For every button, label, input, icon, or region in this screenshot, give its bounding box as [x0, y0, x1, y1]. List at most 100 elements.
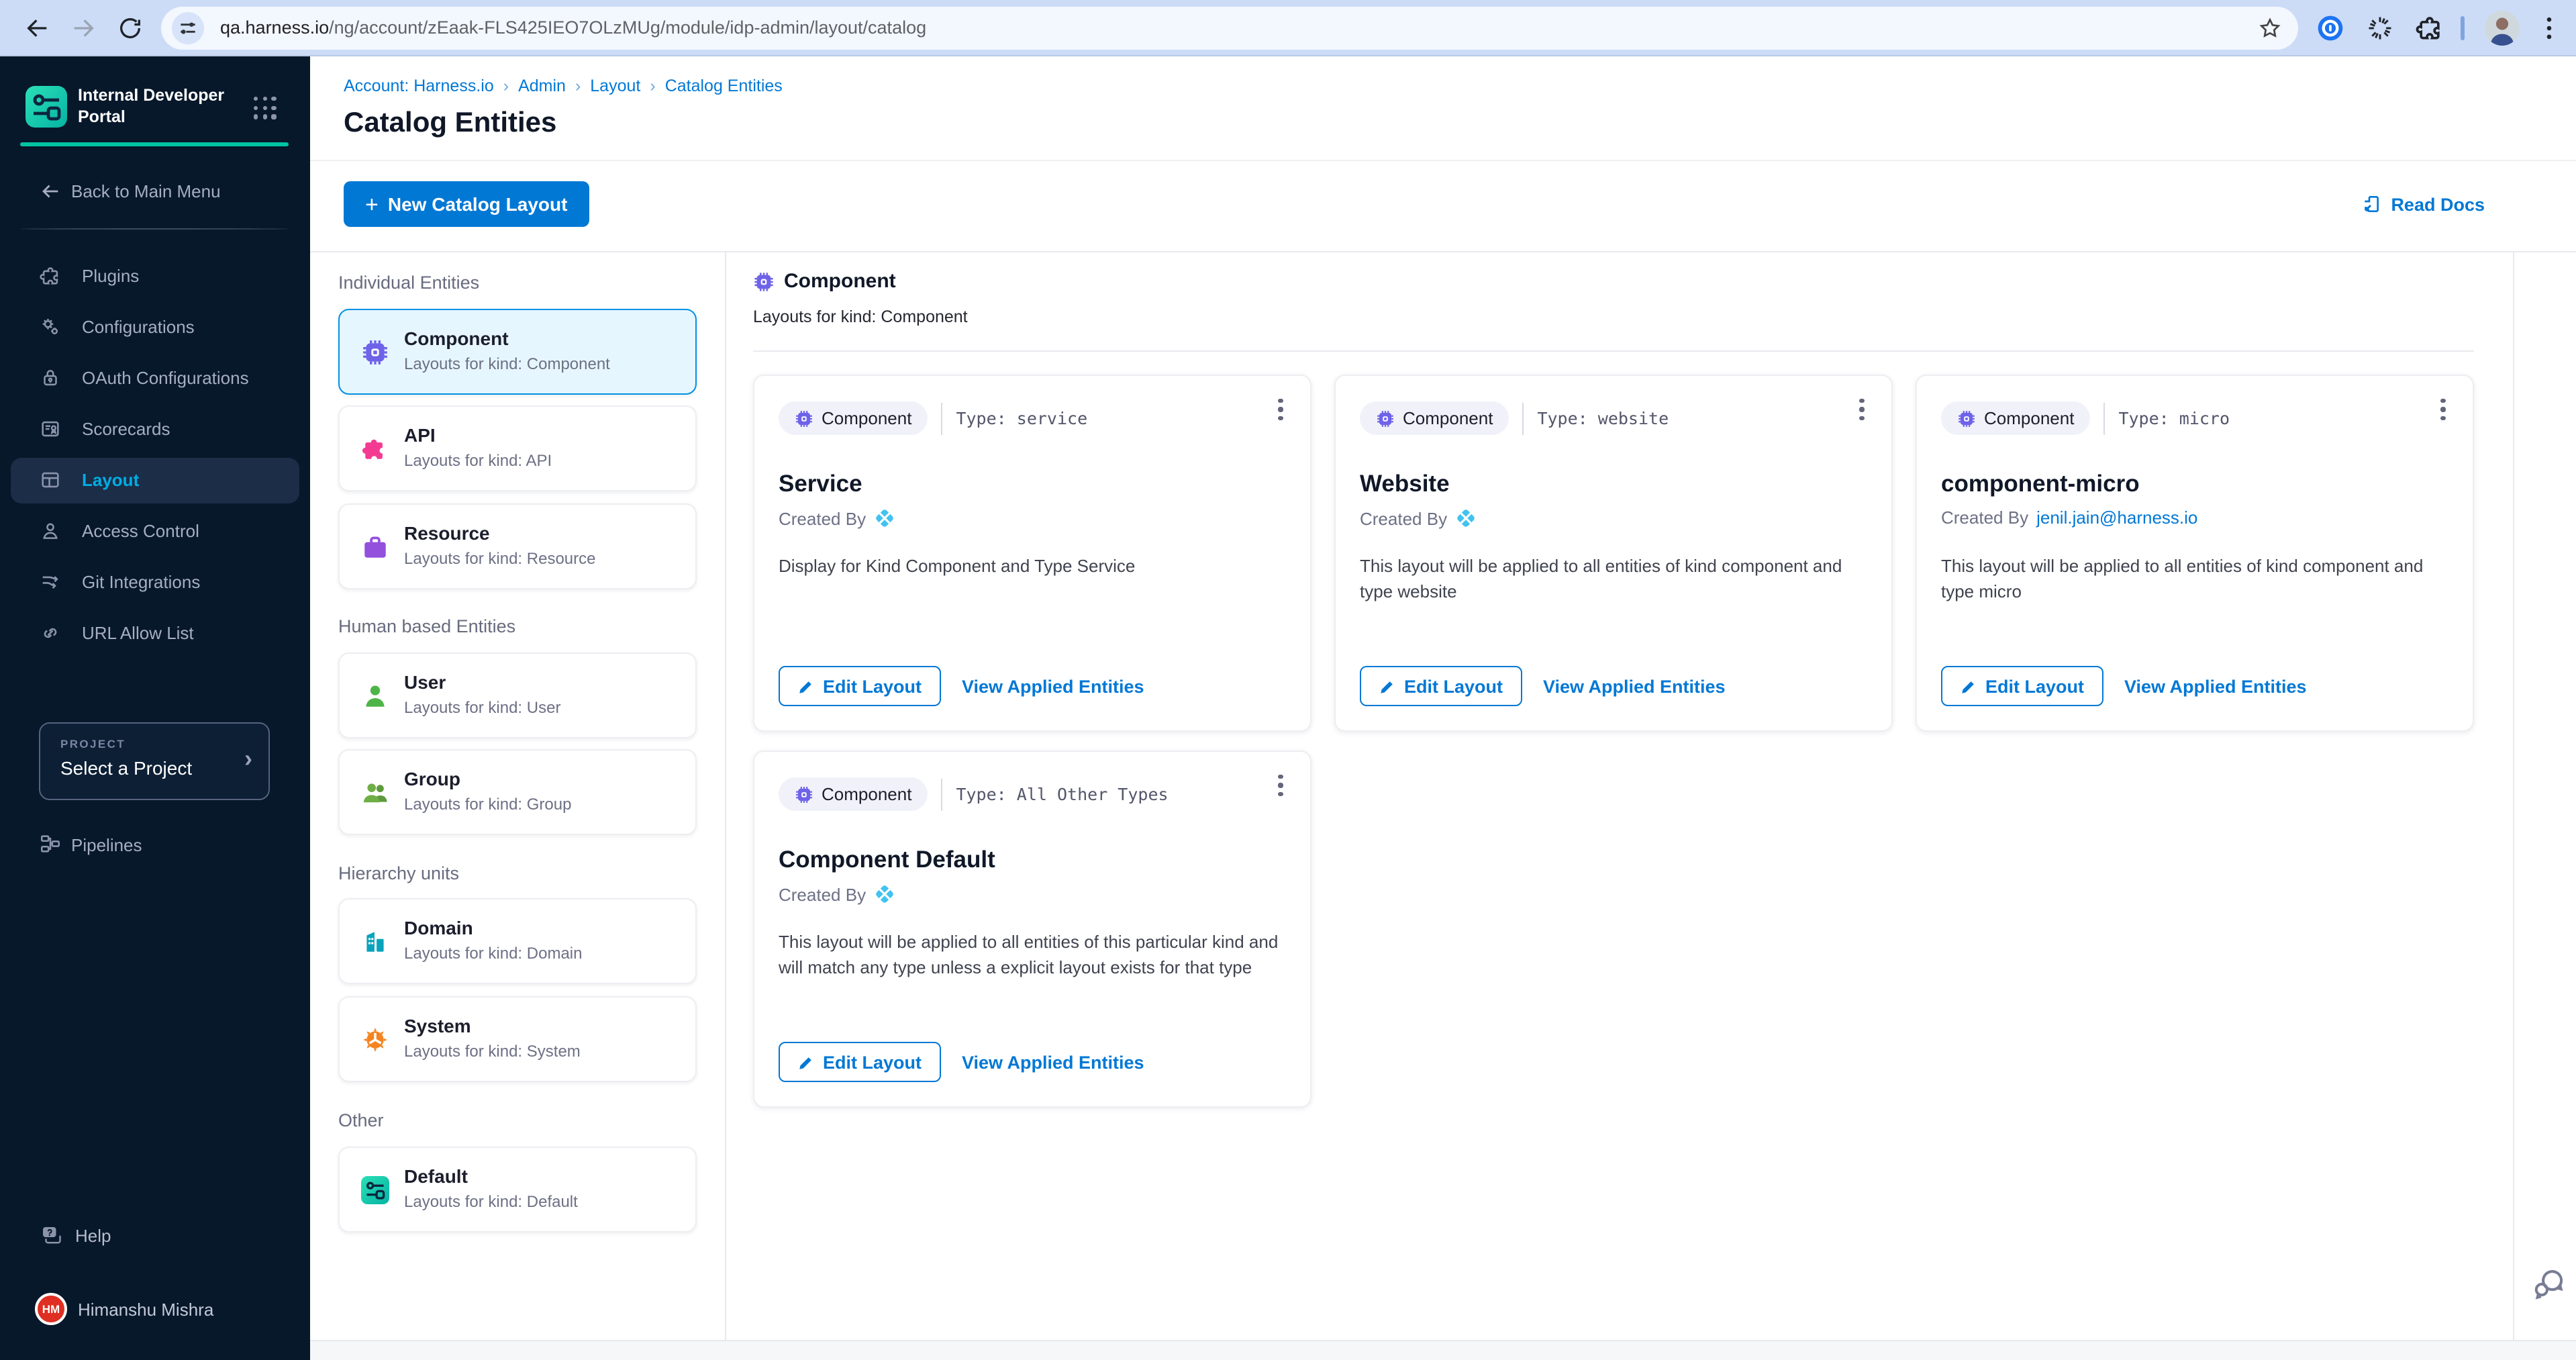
entity-item-component[interactable]: Component Layouts for kind: Component	[338, 309, 697, 395]
browser-profile-avatar[interactable]	[2485, 11, 2520, 46]
entity-item-user[interactable]: User Layouts for kind: User	[338, 652, 697, 738]
sidebar-item-scorecards[interactable]: Scorecards	[11, 407, 299, 452]
pencil-icon	[797, 1053, 815, 1071]
card-menu-kebab-icon[interactable]	[1270, 395, 1291, 424]
doc-arrow-icon	[2361, 193, 2383, 215]
view-applied-entities-link[interactable]: View Applied Entities	[2124, 676, 2307, 696]
view-applied-entities-link[interactable]: View Applied Entities	[1543, 676, 1726, 696]
type-label: Type: service	[956, 408, 1087, 428]
kind-badge: Component	[779, 777, 928, 811]
edit-layout-button[interactable]: Edit Layout	[1360, 666, 1522, 706]
chat-support-icon[interactable]	[2530, 1265, 2567, 1301]
breadcrumb-catalog-entities[interactable]: Catalog Entities	[665, 77, 783, 95]
entity-item-default[interactable]: Default Layouts for kind: Default	[338, 1147, 697, 1232]
url-text[interactable]: qa.harness.io/ng/account/zEaak-FLS425IEO…	[220, 17, 926, 38]
branch-arrows-icon	[39, 571, 62, 593]
entity-item-system[interactable]: System Layouts for kind: System	[338, 996, 697, 1082]
entity-item-group[interactable]: Group Layouts for kind: Group	[338, 749, 697, 835]
layout-card-component-micro: Component Type: micro component-micro Cr…	[1916, 375, 2474, 732]
sidebar-item-plugins[interactable]: Plugins	[11, 254, 299, 299]
reload-icon[interactable]	[117, 15, 144, 42]
kind-title: Component	[784, 270, 896, 293]
main-panel: Account: Harness.io›Admin›Layout›Catalog…	[310, 56, 2576, 1360]
group-icon	[361, 779, 389, 807]
api-puzzle-icon	[361, 435, 389, 463]
card-menu-kebab-icon[interactable]	[1270, 771, 1291, 800]
page-footer-strip	[310, 1340, 2576, 1360]
sidebar-item-git-integrations[interactable]: Git Integrations	[11, 560, 299, 605]
breadcrumb-admin[interactable]: Admin	[518, 77, 566, 95]
back-icon[interactable]	[24, 15, 51, 42]
sidebar-item-access-control[interactable]: Access Control	[11, 509, 299, 554]
app-title: Internal Developer Portal	[78, 85, 224, 128]
card-title: Component Default	[779, 846, 995, 874]
back-to-main-menu[interactable]: Back to Main Menu	[0, 177, 310, 207]
edit-layout-button[interactable]: Edit Layout	[779, 666, 940, 706]
harness-creator-icon	[874, 507, 895, 529]
site-settings-icon[interactable]	[172, 12, 204, 44]
view-applied-entities-link[interactable]: View Applied Entities	[962, 1052, 1144, 1072]
card-description: This layout will be applied to all entit…	[1941, 553, 2443, 604]
sidebar-item-configurations[interactable]: Configurations	[11, 305, 299, 350]
edit-layout-button[interactable]: Edit Layout	[1941, 666, 2103, 706]
pipelines-icon	[39, 832, 62, 855]
pencil-icon	[1379, 677, 1396, 695]
kind-badge: Component	[1941, 401, 2090, 435]
project-selector[interactable]: PROJECT Select a Project ›	[39, 722, 270, 800]
user-avatar: HM	[35, 1293, 67, 1325]
lock-icon	[39, 367, 62, 389]
card-title: Website	[1360, 470, 1450, 498]
help-chat-icon	[39, 1223, 63, 1247]
content-right-border	[2513, 251, 2514, 1340]
component-chip-icon	[361, 338, 389, 367]
view-applied-entities-link[interactable]: View Applied Entities	[962, 676, 1144, 696]
extensions-puzzle-icon[interactable]	[2415, 13, 2444, 43]
breadcrumb-account[interactable]: Account: Harness.io	[344, 77, 494, 95]
layout-card-component-default: Component Type: All Other Types Componen…	[753, 750, 1311, 1108]
scorecard-icon	[39, 418, 62, 440]
type-label: Type: All Other Types	[956, 784, 1168, 804]
kind-subtitle: Layouts for kind: Component	[753, 307, 968, 326]
address-bar[interactable]: qa.harness.io/ng/account/zEaak-FLS425IEO…	[161, 7, 2298, 50]
sidebar-divider	[20, 228, 289, 230]
new-catalog-layout-button[interactable]: + New Catalog Layout	[344, 181, 589, 227]
sidebar-item-oauth-configurations[interactable]: OAuth Configurations	[11, 356, 299, 401]
entity-item-resource[interactable]: Resource Layouts for kind: Resource	[338, 503, 697, 589]
kind-header: Component	[753, 270, 896, 293]
pencil-icon	[797, 677, 815, 695]
component-chip-icon	[1957, 409, 1976, 428]
sidebar-accent-divider	[20, 142, 289, 146]
entity-item-domain[interactable]: Domain Layouts for kind: Domain	[338, 898, 697, 984]
card-menu-kebab-icon[interactable]	[2432, 395, 2454, 424]
chevron-right-icon: ›	[244, 745, 252, 773]
page-title: Catalog Entities	[344, 107, 556, 140]
forward-icon[interactable]	[70, 15, 97, 42]
link-icon	[39, 622, 62, 644]
read-docs-link[interactable]: Read Docs	[2361, 193, 2485, 215]
domain-building-icon	[361, 928, 389, 956]
pencil-icon	[1960, 677, 1977, 695]
card-menu-kebab-icon[interactable]	[1851, 395, 1873, 424]
sidebar-item-help[interactable]: Help	[0, 1220, 310, 1253]
panel-divider	[725, 251, 726, 1340]
created-by: Created By	[1360, 507, 1477, 529]
browser-menu-kebab-icon[interactable]	[2534, 13, 2564, 43]
resource-briefcase-icon	[361, 533, 389, 561]
module-grid-icon[interactable]	[254, 97, 277, 119]
sidebar-item-layout[interactable]: Layout	[11, 458, 299, 503]
entity-item-api[interactable]: API Layouts for kind: API	[338, 405, 697, 491]
layout-card-service: Component Type: service Service Created …	[753, 375, 1311, 732]
creator-email-link[interactable]: jenil.jain@harness.io	[2036, 507, 2197, 528]
sidebar-item-url-allow-list[interactable]: URL Allow List	[11, 611, 299, 657]
loading-extension-icon[interactable]	[2365, 13, 2395, 43]
harness-creator-icon	[1455, 507, 1477, 529]
breadcrumb-layout[interactable]: Layout	[590, 77, 640, 95]
password-manager-extension-icon[interactable]	[2316, 13, 2345, 43]
sidebar-user[interactable]: HM Himanshu Mishra	[0, 1293, 310, 1330]
sidebar-item-pipelines[interactable]: Pipelines	[0, 827, 310, 865]
kind-badge: Component	[1360, 401, 1509, 435]
card-description: This layout will be applied to all entit…	[1360, 553, 1862, 604]
bookmark-star-icon[interactable]	[2258, 16, 2282, 40]
edit-layout-button[interactable]: Edit Layout	[779, 1042, 940, 1082]
component-chip-icon	[1376, 409, 1395, 428]
